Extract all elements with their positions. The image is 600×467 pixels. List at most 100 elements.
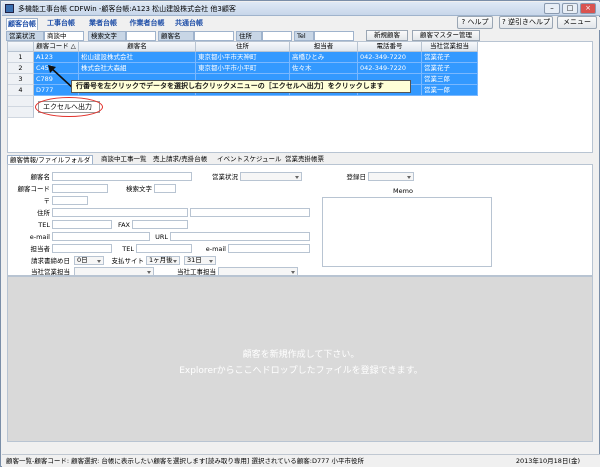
instruction-tooltip: 行番号を左クリックでデータを選択し右クリックメニューの［エクセルへ出力］をクリッ… bbox=[71, 80, 411, 93]
cell-address[interactable]: 東京都小平市天神町 bbox=[196, 52, 290, 63]
invoice-close-select[interactable]: 0日 bbox=[74, 256, 104, 265]
tab-event-schedule[interactable]: イベントスケジュール bbox=[215, 155, 284, 164]
work-rep-select[interactable] bbox=[218, 267, 298, 276]
customer-code-field[interactable] bbox=[52, 184, 108, 193]
customer-master-button[interactable]: 顧客マスター管理 bbox=[412, 30, 480, 41]
index-help-button[interactable]: ? 逆引きヘルプ bbox=[499, 16, 553, 29]
cell-sales[interactable]: 営業一郎 bbox=[422, 85, 478, 96]
help-button[interactable]: ? ヘルプ bbox=[457, 16, 493, 29]
customer-name-field[interactable] bbox=[52, 172, 192, 181]
cell-name[interactable]: 松山建設株式会社 bbox=[79, 52, 196, 63]
cell-address[interactable]: 東京都小平市小平町 bbox=[196, 63, 290, 74]
menu-button[interactable]: メニュー bbox=[557, 16, 597, 29]
status-date: 2013年10月18日(金) bbox=[515, 457, 580, 465]
status-filter-label: 営業状況 bbox=[6, 31, 44, 41]
person-email-field[interactable] bbox=[228, 244, 310, 253]
row-number[interactable]: 3 bbox=[8, 74, 34, 85]
registered-date-select[interactable] bbox=[368, 172, 414, 181]
tab-sales-invoice[interactable]: 売上請求/売掛台帳 bbox=[151, 155, 209, 164]
column-header[interactable]: 当社営業担当 bbox=[422, 42, 478, 52]
tab-construction[interactable]: 工事台帳 bbox=[44, 18, 78, 30]
drop-message-2: Explorerからここへドロップしたファイルを登録できます。 bbox=[179, 366, 423, 376]
cell-person[interactable]: 高橋ひとみ bbox=[290, 52, 358, 63]
column-header[interactable]: 顧客コード △ bbox=[34, 42, 79, 52]
tab-sales-report[interactable]: 営業売掛帳票 bbox=[283, 155, 326, 164]
row-number[interactable]: 1 bbox=[8, 52, 34, 63]
new-customer-button[interactable]: 新規顧客 bbox=[366, 30, 408, 41]
minimize-button[interactable]: – bbox=[544, 3, 560, 14]
label-name: 顧客名 bbox=[30, 173, 51, 181]
cell-sales[interactable]: 営業三郎 bbox=[422, 74, 478, 85]
table-row[interactable]: 1 A123 松山建設株式会社 東京都小平市天神町 高橋ひとみ 042-349-… bbox=[8, 52, 478, 63]
label-person: 担当者 bbox=[30, 245, 51, 253]
title-bar: 多機能工事台帳 CDFWin -顧客台帳:A123 松山建設株式会社 他3顧客 … bbox=[2, 2, 600, 16]
email-field[interactable] bbox=[52, 232, 150, 241]
search-text-input[interactable] bbox=[126, 31, 156, 41]
label-email: e-mail bbox=[29, 233, 50, 241]
fax-field[interactable] bbox=[132, 220, 188, 229]
cell-tel[interactable]: 042-349-7220 bbox=[358, 63, 422, 74]
customer-form: 顧客名 営業状況 登録日 顧客コード 検索文字 Memo 〒 住所 TEL FA… bbox=[7, 164, 593, 276]
file-drop-area[interactable]: 顧客を新規作成して下さい。 Explorerからここへドロップしたファイルを登録… bbox=[7, 276, 593, 442]
sales-rep-select[interactable] bbox=[74, 267, 154, 276]
close-button[interactable]: × bbox=[580, 3, 596, 14]
grid-header: 顧客コード △ 顧客名 住所 担当者 電話番号 当社営業担当 bbox=[8, 42, 478, 52]
tab-customer[interactable]: 顧客台帳 bbox=[6, 18, 38, 30]
zip-field[interactable] bbox=[52, 196, 88, 205]
person-field[interactable] bbox=[52, 244, 112, 253]
column-header[interactable]: 担当者 bbox=[290, 42, 358, 52]
label-memo: Memo bbox=[393, 187, 413, 195]
row-number[interactable]: 2 bbox=[8, 63, 34, 74]
status-select[interactable] bbox=[240, 172, 302, 181]
status-bar: 顧客一覧-顧客コード: 顧客選択: 台帳に表示したい顧客を選択します[読み取り専… bbox=[2, 454, 600, 467]
pay-month-select[interactable]: 1ヶ月後 bbox=[146, 256, 180, 265]
tab-deals[interactable]: 商談中工事一覧 bbox=[99, 155, 149, 164]
column-header[interactable]: 電話番号 bbox=[358, 42, 422, 52]
column-header[interactable]: 顧客名 bbox=[79, 42, 196, 52]
label-address: 住所 bbox=[37, 209, 50, 217]
person-tel-field[interactable] bbox=[136, 244, 192, 253]
maximize-button[interactable]: □ bbox=[562, 3, 578, 14]
tab-vendor[interactable]: 業者台帳 bbox=[86, 18, 120, 30]
app-icon bbox=[5, 4, 14, 13]
filter-bar: 営業状況 商談中 検索文字 顧客名 住所 Tel 新規顧客 顧客マスター管理 bbox=[2, 30, 600, 41]
window-title: 多機能工事台帳 CDFWin -顧客台帳:A123 松山建設株式会社 他3顧客 bbox=[18, 5, 236, 13]
help-label: ヘルプ bbox=[467, 18, 489, 26]
address-field-2[interactable] bbox=[190, 208, 310, 217]
search-text-field[interactable] bbox=[154, 184, 176, 193]
help-icon: ? bbox=[461, 18, 466, 26]
address-field-1[interactable] bbox=[52, 208, 188, 217]
pay-day-select[interactable]: 31日 bbox=[184, 256, 216, 265]
row-number[interactable]: 4 bbox=[8, 85, 34, 96]
row-number[interactable] bbox=[8, 107, 34, 118]
tab-customer-info[interactable]: 顧客情報/ファイルフォルダ bbox=[7, 155, 94, 164]
search-text-label: 検索文字 bbox=[88, 31, 126, 41]
tel-filter-input[interactable] bbox=[314, 31, 354, 41]
status-filter-select[interactable]: 商談中 bbox=[44, 31, 84, 41]
url-field[interactable] bbox=[170, 232, 310, 241]
status-text: 顧客一覧-顧客コード: 顧客選択: 台帳に表示したい顧客を選択します[読み取り専… bbox=[6, 457, 364, 465]
label-pay-site: 支払サイト bbox=[111, 257, 145, 265]
label-code: 顧客コード bbox=[17, 185, 51, 193]
table-row[interactable]: 2 C456 株式会社大森組 東京都小平市小平町 佐々木 042-349-722… bbox=[8, 63, 478, 74]
column-header[interactable]: 住所 bbox=[196, 42, 290, 52]
cell-person[interactable]: 佐々木 bbox=[290, 63, 358, 74]
label-work-rep: 当社工事担当 bbox=[177, 268, 216, 276]
tab-worker[interactable]: 作業者台帳 bbox=[126, 18, 168, 30]
row-number[interactable] bbox=[8, 96, 34, 107]
customer-name-input[interactable] bbox=[194, 31, 234, 41]
label-registered: 登録日 bbox=[346, 173, 367, 181]
address-filter-input[interactable] bbox=[262, 31, 292, 41]
cell-sales[interactable]: 営業花子 bbox=[422, 63, 478, 74]
tab-common[interactable]: 共通台帳 bbox=[172, 18, 206, 30]
row-number-header bbox=[8, 42, 34, 52]
cell-code[interactable]: A123 bbox=[34, 52, 79, 63]
cell-tel[interactable]: 042-349-7220 bbox=[358, 52, 422, 63]
cell-name[interactable]: 株式会社大森組 bbox=[79, 63, 196, 74]
address-filter-label: 住所 bbox=[236, 31, 262, 41]
app-window: 多機能工事台帳 CDFWin -顧客台帳:A123 松山建設株式会社 他3顧客 … bbox=[0, 0, 600, 467]
label-status: 営業状況 bbox=[212, 173, 238, 181]
cell-sales[interactable]: 営業花子 bbox=[422, 52, 478, 63]
tel-field[interactable] bbox=[52, 220, 112, 229]
memo-field[interactable] bbox=[322, 197, 492, 267]
